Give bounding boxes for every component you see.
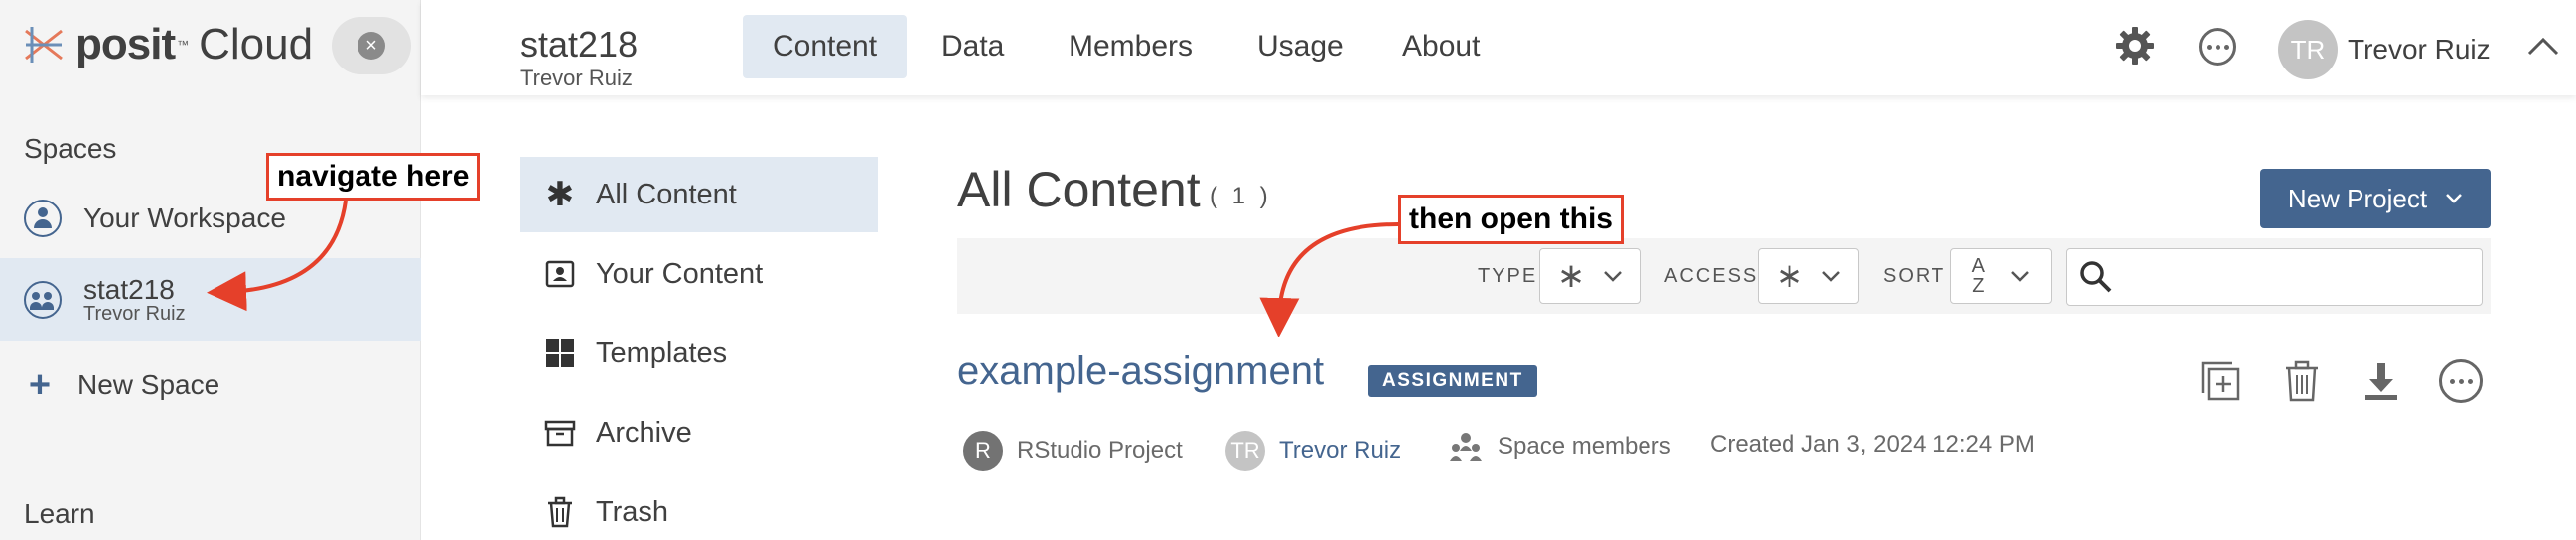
gear-icon[interactable] [2115,26,2155,66]
collapse-sidebar-button[interactable]: × [332,17,411,74]
brand-name-light: Cloud [199,20,314,68]
posit-logo-icon [25,27,63,63]
content-nav-label: Your Content [596,257,764,290]
sort-select[interactable]: A Z [1950,248,2052,304]
owner-avatar: TR [1225,431,1265,471]
sidebar-item-label: Your Workspace [83,202,286,233]
filter-bar: TYPE ∗ ACCESS ∗ SORT A Z [957,238,2491,314]
tab-content[interactable]: Content [743,15,908,78]
chevron-down-icon [1604,271,1623,282]
archive-box-icon [544,420,576,447]
project-title-link[interactable]: example-assignment [957,349,1324,394]
asterisk-icon: ∗ [1775,257,1804,295]
tab-usage[interactable]: Usage [1227,15,1373,78]
content-nav-templates[interactable]: Templates [520,316,878,391]
chevron-down-icon [2446,194,2462,203]
owner-name-link[interactable]: Trevor Ruiz [1279,437,1401,465]
new-project-button[interactable]: New Project [2260,169,2491,228]
created-date: Created Jan 3, 2024 12:24 PM [1710,431,2035,458]
grid-icon [546,339,574,367]
sidebar: posit ™ Cloud × Spaces Your Workspace sta… [0,0,421,540]
top-bar: stat218 Trevor Ruiz Content Data Members… [421,0,2576,95]
sidebar-item-label: stat218 [83,273,175,305]
project-type: R RStudio Project [963,431,1183,471]
tab-data[interactable]: Data [912,15,1034,78]
content-nav-label: Trash [596,495,669,528]
access-label: Space members [1498,433,1671,460]
chevron-down-icon [1822,271,1841,282]
sort-filter-label: SORT [1883,265,1946,287]
annotation-then-open-this: then open this [1398,195,1624,244]
sidebar-item-stat218[interactable]: stat218 Trevor Ruiz [0,258,421,341]
download-icon[interactable] [2360,359,2403,403]
search-icon [2080,261,2112,293]
new-space-button[interactable]: + New Space [0,343,421,427]
tab-about[interactable]: About [1372,15,1509,78]
plus-icon: + [28,363,52,406]
content-nav-all-content[interactable]: ✱ All Content [520,157,878,232]
content-nav-label: All Content [596,178,737,210]
page-title: All Content [957,162,1201,217]
learn-heading: Learn [24,498,95,529]
access-filter-select[interactable]: ∗ [1758,248,1859,304]
type-filter-label: TYPE [1478,265,1538,287]
asterisk-icon: ∗ [1556,257,1586,295]
brand-name-bold: posit [75,20,176,68]
chevron-up-icon[interactable] [2526,30,2560,64]
trash-icon[interactable] [2280,359,2324,403]
spaces-heading: Spaces [24,133,117,164]
chevron-down-icon [2011,271,2030,282]
assignment-badge: ASSIGNMENT [1368,365,1537,397]
annotation-navigate-here: navigate here [266,153,481,201]
user-avatar[interactable]: TR [2278,20,2338,79]
rstudio-icon: R [963,431,1003,471]
posit-cloud-logo[interactable]: posit ™ Cloud [22,20,313,69]
people-icon [1450,433,1482,461]
user-name[interactable]: Trevor Ruiz [2348,34,2491,66]
new-space-label: New Space [77,369,220,400]
content-count: ( 1 ) [1210,183,1272,209]
tab-members[interactable]: Members [1039,15,1222,78]
search-input[interactable] [2066,248,2483,306]
brand-trademark: ™ [177,38,190,52]
content-nav-trash[interactable]: Trash [520,474,878,540]
space-owner: Trevor Ruiz [520,66,633,90]
content-nav-label: Archive [596,416,692,449]
content-nav-your-content[interactable]: Your Content [520,236,878,312]
project-created: Created Jan 3, 2024 12:24 PM [1710,431,2035,459]
group-icon [24,281,62,319]
project-access: Space members [1448,431,1671,463]
more-options-icon[interactable] [2199,28,2236,66]
content-nav-label: Templates [596,337,728,369]
content-nav-archive[interactable]: Archive [520,395,878,471]
access-filter-label: ACCESS [1664,265,1759,287]
sidebar-item-sublabel: Trevor Ruiz [83,303,186,326]
project-owner: TR Trevor Ruiz [1225,431,1401,471]
trash-icon [548,496,572,528]
close-icon: × [358,32,385,60]
asterisk-icon: ✱ [545,176,575,213]
person-icon [24,200,62,237]
copy-project-icon[interactable] [2199,359,2242,403]
person-card-icon [545,260,575,288]
project-type-label: RStudio Project [1017,437,1183,464]
more-options-icon[interactable] [2439,359,2483,403]
type-filter-select[interactable]: ∗ [1539,248,1641,304]
space-title: stat218 [520,24,639,65]
sort-az-icon: A Z [1971,255,1985,297]
new-project-label: New Project [2287,183,2428,213]
